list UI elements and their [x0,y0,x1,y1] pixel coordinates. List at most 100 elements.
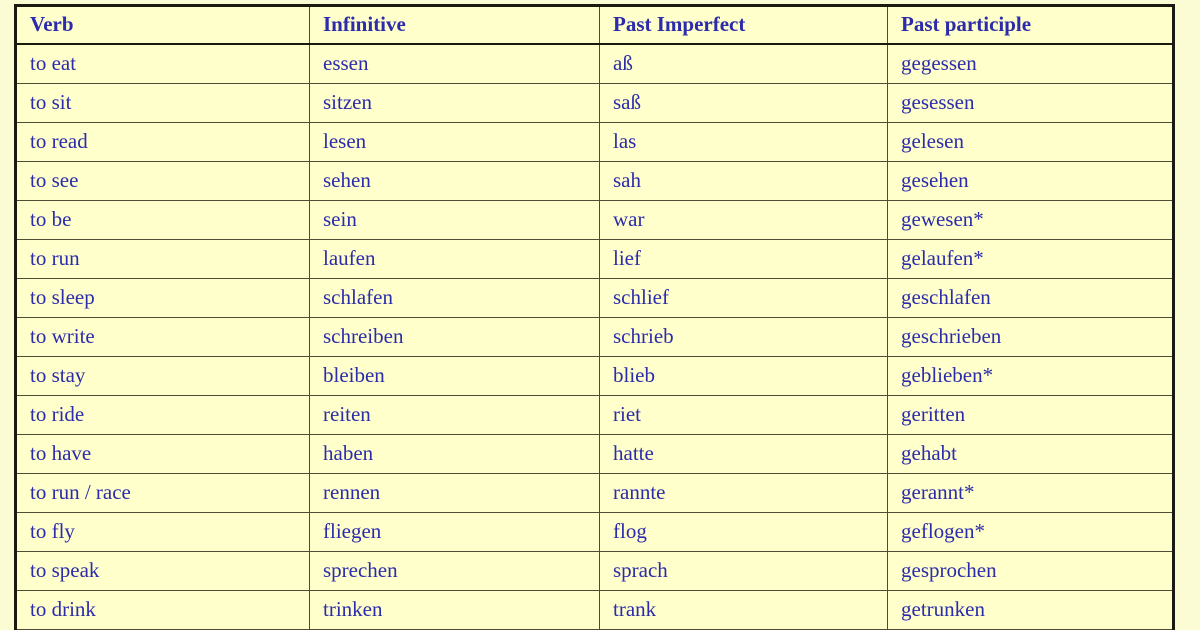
cell-infinitive-text: sprechen [323,558,398,583]
cell-past-participle-text: gelaufen* [901,246,984,271]
cell-infinitive-text: trinken [323,597,383,622]
cell-past-imperfect-text: schlief [613,285,669,310]
cell-infinitive-text: reiten [323,402,371,427]
cell-past-participle: geflogen* [887,512,1174,552]
cell-verb: to run [15,239,310,279]
cell-past-imperfect: las [599,122,888,162]
cell-verb-text: to stay [30,363,86,388]
cell-infinitive-text: schreiben [323,324,404,349]
column-header-past-participle-label: Past participle [901,12,1032,37]
cell-verb: to write [15,317,310,357]
cell-verb: to read [15,122,310,162]
cell-verb-text: to run [30,246,80,271]
cell-past-imperfect-text: saß [613,90,641,115]
cell-past-imperfect: aß [599,43,888,84]
cell-infinitive: fliegen [309,512,600,552]
cell-past-participle-text: geflogen* [901,519,985,544]
cell-past-imperfect-text: war [613,207,645,232]
cell-verb: to sit [15,83,310,123]
cell-past-imperfect-text: aß [613,51,633,76]
cell-infinitive: essen [309,43,600,84]
cell-infinitive: sitzen [309,83,600,123]
cell-verb: to be [15,200,310,240]
cell-past-imperfect: sprach [599,551,888,591]
cell-infinitive: laufen [309,239,600,279]
table-row: to drink trinken trank getrunken [15,590,1174,630]
cell-verb: to ride [15,395,310,435]
cell-past-participle-text: gesehen [901,168,969,193]
cell-past-participle: gehabt [887,434,1174,474]
cell-infinitive: lesen [309,122,600,162]
cell-infinitive-text: sitzen [323,90,372,115]
table-row: to run laufen lief gelaufen* [15,239,1174,279]
column-header-infinitive: Infinitive [309,5,600,45]
cell-past-imperfect: trank [599,590,888,630]
cell-verb: to fly [15,512,310,552]
cell-past-imperfect-text: schrieb [613,324,674,349]
cell-infinitive: sprechen [309,551,600,591]
cell-past-imperfect-text: blieb [613,363,655,388]
cell-past-imperfect-text: sah [613,168,641,193]
column-header-verb-label: Verb [30,12,74,37]
table-header-row: Verb Infinitive Past Imperfect Past part… [15,5,1174,45]
table-row: to read lesen las gelesen [15,122,1174,162]
cell-infinitive-text: bleiben [323,363,385,388]
cell-verb: to run / race [15,473,310,513]
cell-verb-text: to see [30,168,79,193]
cell-past-participle-text: geritten [901,402,966,427]
cell-infinitive: sehen [309,161,600,201]
cell-past-participle-text: gesprochen [901,558,997,583]
cell-verb-text: to have [30,441,92,466]
cell-past-imperfect: schlief [599,278,888,318]
cell-verb-text: to fly [30,519,75,544]
cell-infinitive-text: sein [323,207,357,232]
cell-past-participle: gegessen [887,43,1174,84]
cell-past-participle: getrunken [887,590,1174,630]
table-row: to be sein war gewesen* [15,200,1174,240]
cell-past-imperfect: blieb [599,356,888,396]
cell-past-imperfect: schrieb [599,317,888,357]
column-header-past-participle: Past participle [887,5,1174,45]
table-row: to speak sprechen sprach gesprochen [15,551,1174,591]
cell-infinitive: schlafen [309,278,600,318]
cell-past-participle-text: gegessen [901,51,977,76]
cell-past-imperfect: sah [599,161,888,201]
cell-infinitive-text: schlafen [323,285,393,310]
cell-verb-text: to speak [30,558,100,583]
cell-verb: to eat [15,43,310,84]
cell-past-participle-text: gehabt [901,441,957,466]
cell-past-participle: gesessen [887,83,1174,123]
column-header-infinitive-label: Infinitive [323,12,406,37]
cell-infinitive-text: essen [323,51,369,76]
cell-infinitive-text: fliegen [323,519,382,544]
cell-infinitive: schreiben [309,317,600,357]
cell-infinitive-text: sehen [323,168,371,193]
cell-past-participle: gesprochen [887,551,1174,591]
cell-past-imperfect: hatte [599,434,888,474]
cell-verb-text: to sit [30,90,72,115]
cell-infinitive-text: laufen [323,246,376,271]
cell-past-participle-text: gelesen [901,129,964,154]
cell-past-imperfect-text: riet [613,402,641,427]
table-row: to run / race rennen rannte gerannt* [15,473,1174,513]
cell-past-participle-text: gerannt* [901,480,975,505]
cell-past-participle-text: gesessen [901,90,975,115]
cell-past-imperfect: saß [599,83,888,123]
cell-verb-text: to eat [30,51,77,76]
column-header-past-imperfect-label: Past Imperfect [613,12,746,37]
cell-past-participle-text: gewesen* [901,207,984,232]
table-row: to stay bleiben blieb geblieben* [15,356,1174,396]
cell-past-imperfect-text: rannte [613,480,666,505]
column-header-past-imperfect: Past Imperfect [599,5,888,45]
cell-past-participle: gelaufen* [887,239,1174,279]
cell-past-imperfect-text: hatte [613,441,654,466]
cell-verb-text: to run / race [30,480,131,505]
table-header: Verb Infinitive Past Imperfect Past part… [15,5,1174,45]
cell-verb-text: to sleep [30,285,95,310]
table-row: to sleep schlafen schlief geschlafen [15,278,1174,318]
german-irregular-verbs-table: Verb Infinitive Past Imperfect Past part… [14,4,1175,630]
cell-infinitive: bleiben [309,356,600,396]
table-body: to eat essen aß gegessen to sit sitzen s… [15,43,1174,630]
cell-verb-text: to drink [30,597,96,622]
cell-verb-text: to read [30,129,88,154]
